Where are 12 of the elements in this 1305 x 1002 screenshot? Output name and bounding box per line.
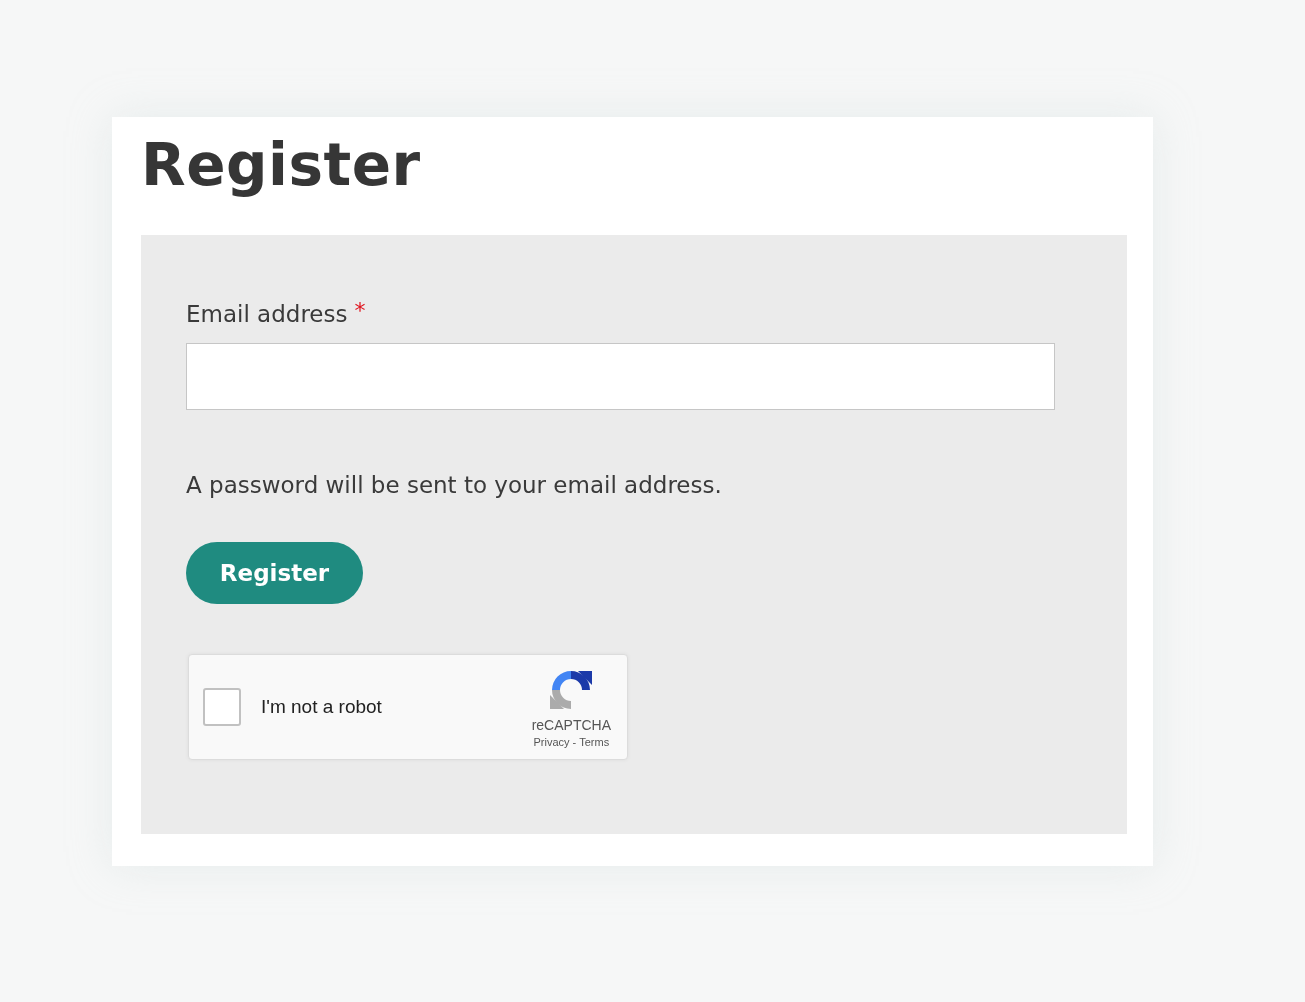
info-text: A password will be sent to your email address. bbox=[186, 471, 722, 500]
email-field[interactable] bbox=[186, 343, 1055, 410]
register-button[interactable]: Register bbox=[186, 542, 363, 604]
link-separator: - bbox=[572, 735, 577, 748]
captcha-checkbox[interactable] bbox=[203, 688, 241, 726]
required-mark: * bbox=[354, 299, 366, 323]
captcha-brand: reCAPTCHA bbox=[531, 716, 611, 733]
captcha-label: I'm not a robot bbox=[261, 696, 383, 718]
field-label: Email address bbox=[186, 300, 348, 329]
privacy-link[interactable]: Privacy bbox=[533, 735, 570, 748]
terms-link[interactable]: Terms bbox=[579, 735, 610, 748]
page-title: Register bbox=[141, 131, 422, 199]
